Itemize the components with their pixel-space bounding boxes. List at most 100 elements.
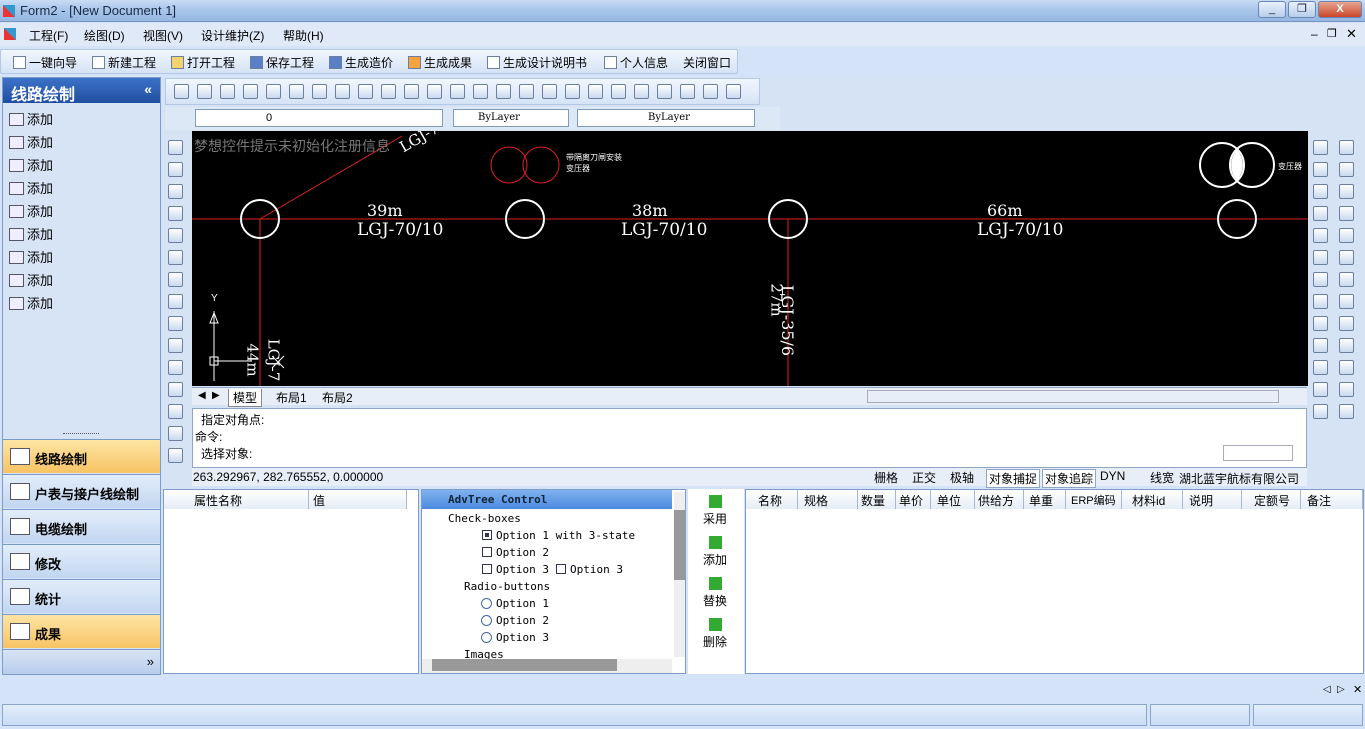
color-select[interactable]: ByLayer — [453, 109, 569, 127]
tool-icon[interactable] — [450, 84, 465, 99]
tree-node[interactable]: Option 1 with 3-state — [496, 529, 635, 542]
status-toggle[interactable]: 栅格 — [872, 469, 900, 486]
tool-icon[interactable] — [1313, 184, 1328, 199]
tool-icon[interactable] — [565, 84, 580, 99]
tree-node[interactable]: Option 2 — [496, 614, 549, 627]
list-item[interactable]: 添加 — [9, 109, 53, 128]
tool-icon[interactable] — [220, 84, 235, 99]
tool-icon[interactable] — [634, 84, 649, 99]
tool-icon[interactable] — [1339, 316, 1354, 331]
status-toggle[interactable]: 对象捕捉 — [986, 469, 1041, 488]
tool-icon[interactable] — [168, 448, 183, 463]
tree-node[interactable]: Option 2 — [496, 546, 549, 559]
restore-button[interactable]: ❐ — [1288, 1, 1316, 18]
tool-icon[interactable] — [1313, 250, 1328, 265]
close-window-button[interactable]: 关闭窗口 — [683, 54, 731, 71]
list-item[interactable]: 添加 — [9, 132, 53, 151]
menu-help[interactable]: 帮助(H) — [283, 27, 324, 44]
tool-icon[interactable] — [1339, 382, 1354, 397]
status-toggle[interactable]: 极轴 — [948, 469, 976, 486]
radio-button[interactable] — [481, 598, 492, 609]
grid-header[interactable]: 名称 — [746, 490, 798, 509]
tool-icon[interactable] — [197, 84, 212, 99]
minimize-button[interactable]: _ — [1258, 1, 1286, 18]
tab-model[interactable]: 模型 — [228, 389, 263, 407]
grid-header[interactable]: 数量 — [858, 490, 896, 509]
close-icon[interactable]: ✕ — [1353, 683, 1362, 696]
tree-node[interactable]: Radio-buttons — [464, 580, 550, 593]
nav-meter-draw[interactable]: 户表与接户线绘制 — [3, 474, 160, 508]
tool-icon[interactable] — [1339, 162, 1354, 177]
tool-icon[interactable] — [404, 84, 419, 99]
tool-icon[interactable] — [168, 272, 183, 287]
command-input[interactable]: 选择对象: — [201, 445, 252, 462]
tool-icon[interactable] — [358, 84, 373, 99]
close-button[interactable]: X — [1318, 1, 1362, 18]
tool-icon[interactable] — [1339, 206, 1354, 221]
tool-icon[interactable] — [289, 84, 304, 99]
tool-icon[interactable] — [335, 84, 350, 99]
more-icon[interactable]: » — [147, 654, 154, 669]
tool-icon[interactable] — [611, 84, 626, 99]
tab-next-icon[interactable]: ▶ — [212, 390, 220, 401]
layer-select[interactable]: 0 — [195, 109, 443, 127]
list-item[interactable]: 添加 — [9, 293, 53, 312]
checkbox[interactable] — [482, 530, 492, 540]
nav-line-draw[interactable]: 线路绘制 — [3, 439, 160, 473]
tool-icon[interactable] — [266, 84, 281, 99]
radio-button[interactable] — [481, 615, 492, 626]
command-window[interactable]: 指定对角点: 命令: 选择对象: — [192, 408, 1307, 468]
mdi-restore-icon[interactable]: ❐ — [1327, 27, 1337, 40]
tool-icon[interactable] — [588, 84, 603, 99]
checkbox[interactable] — [556, 564, 566, 574]
tool-icon[interactable] — [168, 316, 183, 331]
tool-icon[interactable] — [168, 162, 183, 177]
grid-header[interactable]: 说明 — [1183, 490, 1242, 509]
list-item[interactable]: 添加 — [9, 178, 53, 197]
tool-icon[interactable] — [542, 84, 557, 99]
add-button[interactable]: 添加 — [703, 536, 727, 568]
tool-icon[interactable] — [312, 84, 327, 99]
tool-icon[interactable] — [1313, 140, 1328, 155]
tool-icon[interactable] — [1313, 206, 1328, 221]
delete-button[interactable]: 删除 — [703, 618, 727, 650]
horizontal-scrollbar[interactable] — [867, 390, 1279, 403]
tool-icon[interactable] — [168, 250, 183, 265]
new-project-button[interactable]: 新建工程 — [92, 54, 156, 71]
nav-result[interactable]: 成果 — [3, 614, 160, 648]
tool-icon[interactable] — [1313, 338, 1328, 353]
tool-icon[interactable] — [1339, 140, 1354, 155]
tool-icon[interactable] — [381, 84, 396, 99]
checkbox[interactable] — [482, 547, 492, 557]
checkbox[interactable] — [482, 564, 492, 574]
mdi-minimize-icon[interactable]: – — [1311, 27, 1318, 41]
next-icon[interactable]: ▷ — [1337, 684, 1345, 695]
tool-icon[interactable] — [1313, 404, 1328, 419]
list-item[interactable]: 添加 — [9, 270, 53, 289]
tool-icon[interactable] — [703, 84, 718, 99]
linetype-select[interactable]: ByLayer — [577, 109, 755, 127]
wizard-button[interactable]: 一键向导 — [13, 54, 77, 71]
grid-header[interactable]: 单重 — [1024, 490, 1066, 509]
tab-prev-icon[interactable]: ◀ — [198, 390, 206, 401]
grid-header[interactable]: 备注 — [1301, 490, 1363, 509]
tool-icon[interactable] — [1339, 338, 1354, 353]
tool-icon[interactable] — [473, 84, 488, 99]
tree-node[interactable]: Option 3 — [570, 563, 623, 576]
tool-icon[interactable] — [168, 338, 183, 353]
tool-icon[interactable] — [168, 206, 183, 221]
tool-icon[interactable] — [168, 360, 183, 375]
status-toggle[interactable]: DYN — [1098, 469, 1127, 483]
horizontal-scrollbar[interactable] — [422, 659, 672, 673]
tree-node[interactable]: Option 1 — [496, 597, 549, 610]
save-project-button[interactable]: 保存工程 — [250, 54, 314, 71]
menu-draw[interactable]: 绘图(D) — [84, 27, 125, 44]
tool-icon[interactable] — [168, 382, 183, 397]
tree-node[interactable]: Option 3 — [496, 563, 549, 576]
gen-result-button[interactable]: 生成成果 — [408, 54, 472, 71]
tool-icon[interactable] — [1313, 228, 1328, 243]
tool-icon[interactable] — [1313, 272, 1328, 287]
menu-project[interactable]: 工程(F) — [29, 27, 68, 44]
tab-layout1[interactable]: 布局1 — [272, 389, 311, 406]
prop-name-header[interactable]: 属性名称 — [164, 490, 309, 509]
